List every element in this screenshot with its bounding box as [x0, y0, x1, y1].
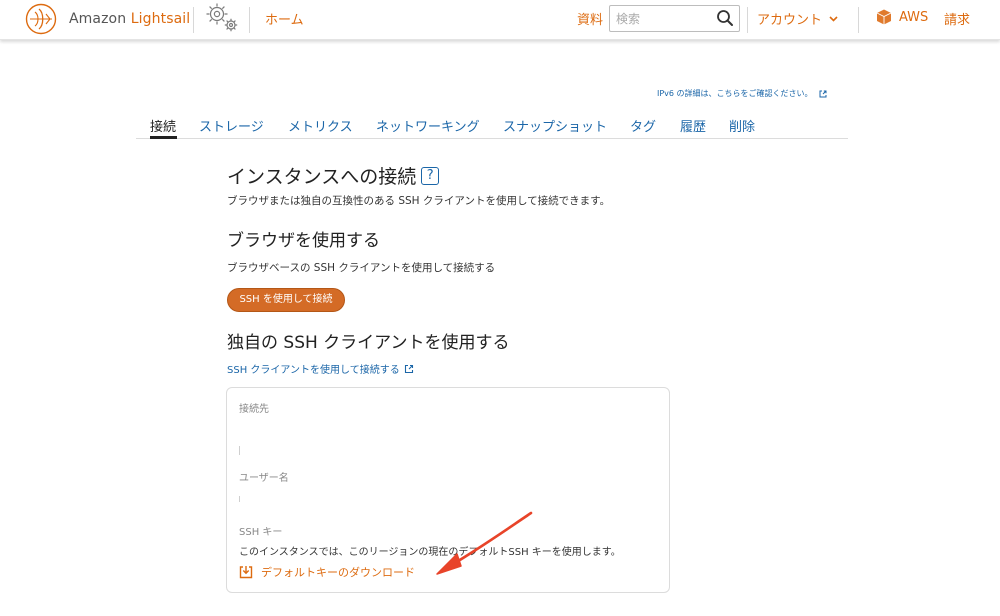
ssh-client-link-text: SSH クライアントを使用して接続する	[227, 365, 400, 376]
browser-description: ブラウザベースの SSH クライアントを使用して接続する	[227, 262, 496, 274]
ipv6-info-link[interactable]: IPv6 の詳細は、こちらをご確認ください。	[657, 88, 827, 99]
divider	[747, 7, 748, 33]
logo-prefix: Amazon	[69, 11, 127, 27]
external-link-icon	[404, 364, 413, 373]
logo-brand: Lightsail	[130, 11, 191, 27]
username-label: ユーザー名	[239, 473, 289, 484]
connect-ssh-button[interactable]: SSH を使用して接続	[227, 288, 345, 312]
billing-link[interactable]: 請求	[944, 9, 970, 28]
nav-home-link[interactable]: ホーム	[265, 9, 304, 28]
settings-gears-icon[interactable]	[201, 0, 241, 36]
ssh-key-label: SSH キー	[239, 527, 283, 538]
own-client-heading: 独自の SSH クライアントを使用する	[227, 333, 510, 353]
search-input[interactable]	[610, 6, 710, 31]
lightsail-logo-icon	[25, 3, 57, 35]
aws-cube-icon	[876, 9, 892, 25]
tab-delete[interactable]: 削除	[729, 116, 755, 135]
account-menu[interactable]: アカウント	[757, 9, 838, 28]
divider	[858, 7, 859, 33]
divider	[193, 7, 194, 33]
connect-title: インスタンスへの接続	[227, 166, 417, 188]
download-default-key-link[interactable]: デフォルトキーのダウンロード	[239, 564, 415, 580]
username-value	[239, 496, 240, 502]
download-icon	[239, 566, 253, 579]
ssh-client-help-link[interactable]: SSH クライアントを使用して接続する	[227, 361, 414, 376]
search-icon[interactable]	[716, 9, 734, 27]
tab-history[interactable]: 履歴	[680, 116, 706, 135]
nav-docs-link[interactable]: 資料	[577, 9, 603, 28]
connect-to-label: 接続先	[239, 404, 269, 415]
tab-snapshots[interactable]: スナップショット	[503, 116, 607, 135]
search-box	[609, 5, 740, 32]
tab-networking[interactable]: ネットワーキング	[376, 116, 480, 135]
top-navigation-bar: Amazon Lightsail ホーム 資料 アカウント	[0, 0, 1000, 40]
divider	[249, 7, 250, 33]
external-link-icon	[819, 90, 827, 97]
connect-to-value	[239, 446, 240, 455]
tab-tags[interactable]: タグ	[630, 116, 656, 135]
tab-metrics[interactable]: メトリクス	[288, 116, 353, 135]
instance-tabs: 接続 ストレージ メトリクス ネットワーキング スナップショット タグ 履歴 削…	[136, 112, 848, 139]
chevron-down-icon	[829, 15, 838, 22]
help-icon[interactable]: ?	[421, 166, 440, 185]
account-label: アカウント	[757, 13, 823, 28]
page-title: インスタンスへの接続 ?	[227, 162, 440, 189]
logo-text: Amazon Lightsail	[69, 11, 190, 27]
tab-connect[interactable]: 接続	[150, 116, 176, 135]
aws-label: AWS	[899, 9, 929, 25]
ipv6-info-text: IPv6 の詳細は、こちらをご確認ください。	[657, 89, 813, 98]
active-tab-indicator	[150, 136, 177, 139]
browser-heading: ブラウザを使用する	[227, 231, 380, 251]
aws-console-link[interactable]: AWS	[875, 8, 928, 26]
annotation-arrow	[436, 511, 533, 575]
tab-storage[interactable]: ストレージ	[199, 116, 264, 135]
lightsail-logo[interactable]: Amazon Lightsail	[24, 2, 190, 36]
download-label: デフォルトキーのダウンロード	[261, 566, 415, 579]
connect-description: ブラウザまたは独自の互換性のある SSH クライアントを使用して接続できます。	[227, 195, 611, 207]
